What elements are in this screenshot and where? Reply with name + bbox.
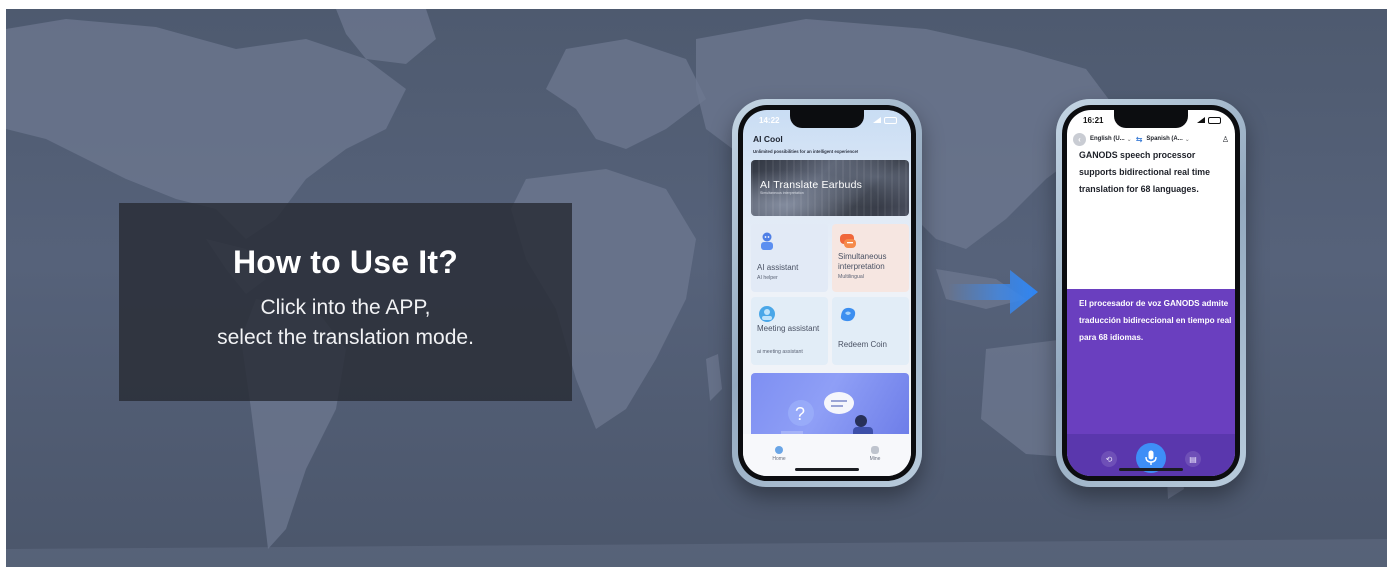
app-home-screen: 14:22 AI Cool Unlimited possibilities fo…: [743, 110, 911, 476]
how-to-use-instructions: Click into the APP, select the translati…: [217, 293, 474, 353]
tab-label: Mine: [869, 456, 881, 462]
back-arrow-icon[interactable]: ‹: [1073, 132, 1086, 146]
instruction-line-2: select the translation mode.: [217, 325, 474, 349]
promo-banner[interactable]: ?: [751, 373, 909, 443]
card-simultaneous-interpretation[interactable]: Simultaneous interpretation Multilingual: [832, 224, 909, 292]
arrow-right-icon: [948, 270, 1038, 314]
target-language-select[interactable]: Spanish (A... ⌄: [1146, 136, 1189, 143]
how-to-use-panel: How to Use It? Click into the APP, selec…: [119, 203, 572, 401]
chevron-down-icon: ⌄: [1126, 136, 1132, 143]
home-icon: [775, 446, 783, 454]
card-redeem-coin[interactable]: Redeem Coin: [832, 297, 909, 365]
tab-label: Home: [772, 456, 786, 462]
robot-icon: [761, 232, 773, 250]
card-label: Simultaneous interpretation: [838, 252, 887, 271]
card-sublabel: AI helper: [757, 275, 778, 281]
profile-icon: [871, 446, 879, 454]
app-title: AI Cool: [753, 134, 783, 144]
microphone-icon: [1145, 450, 1157, 465]
translation-screen: 16:21 ‹ English (U... ⌄ ⇆ Spanish (A... …: [1067, 110, 1235, 476]
signal-icon: [1197, 117, 1205, 123]
svg-text:?: ?: [795, 404, 805, 424]
card-ai-assistant[interactable]: AI assistant AI helper: [751, 224, 828, 292]
hero-subtitle: Simultaneous interpretation: [760, 191, 804, 195]
translation-panel: El procesador de voz GANODS admite tradu…: [1067, 289, 1235, 476]
battery-icon: [884, 116, 897, 124]
chat-bubble-icon: [840, 234, 856, 248]
source-text: GANODS speech processor supports bidirec…: [1079, 150, 1211, 194]
phone-notch: [790, 110, 864, 128]
promo-illustration: ?: [781, 392, 873, 443]
app-subtitle: Unlimited possibilities for an intellige…: [753, 149, 859, 154]
meeting-icon: [759, 306, 775, 322]
speaker-person-icon[interactable]: ♙: [1222, 135, 1229, 144]
status-time: 16:21: [1083, 115, 1104, 125]
status-time: 14:22: [759, 115, 780, 125]
card-sublabel: ai meeting assistant: [757, 349, 803, 355]
tab-home[interactable]: Home: [759, 446, 799, 462]
phone-app-home: 14:22 AI Cool Unlimited possibilities fo…: [732, 99, 922, 487]
battery-icon: [1208, 116, 1221, 124]
signal-icon: [873, 117, 881, 123]
chevron-down-icon: ⌄: [1184, 136, 1190, 143]
home-indicator: [795, 468, 859, 471]
conversation-mode-icon[interactable]: ⟲: [1101, 451, 1117, 467]
coin-icon: [840, 307, 856, 322]
tab-mine[interactable]: Mine: [855, 446, 895, 462]
card-label: Meeting assistant: [757, 324, 820, 333]
phone-translation-screen: 16:21 ‹ English (U... ⌄ ⇆ Spanish (A... …: [1056, 99, 1246, 487]
translated-text: El procesador de voz GANODS admite tradu…: [1079, 299, 1232, 342]
card-label: Redeem Coin: [838, 340, 887, 349]
hero-banner-translate-earbuds[interactable]: AI Translate Earbuds Simultaneous interp…: [751, 160, 909, 216]
card-meeting-assistant[interactable]: Meeting assistant ai meeting assistant: [751, 297, 828, 365]
how-to-use-title: How to Use It?: [232, 243, 459, 280]
card-label: AI assistant: [757, 263, 799, 272]
swap-languages-icon[interactable]: ⇆: [1136, 135, 1143, 144]
home-indicator: [1119, 468, 1183, 471]
language-selector-bar: ‹ English (U... ⌄ ⇆ Spanish (A... ⌄ ♙: [1067, 130, 1235, 148]
hero-title: AI Translate Earbuds: [760, 179, 863, 191]
source-language-select[interactable]: English (U... ⌄: [1090, 136, 1132, 143]
instruction-line-1: Click into the APP,: [260, 295, 431, 319]
card-sublabel: Multilingual: [838, 274, 864, 280]
keyboard-chat-icon[interactable]: ▤: [1185, 451, 1201, 467]
phone-notch: [1114, 110, 1188, 128]
